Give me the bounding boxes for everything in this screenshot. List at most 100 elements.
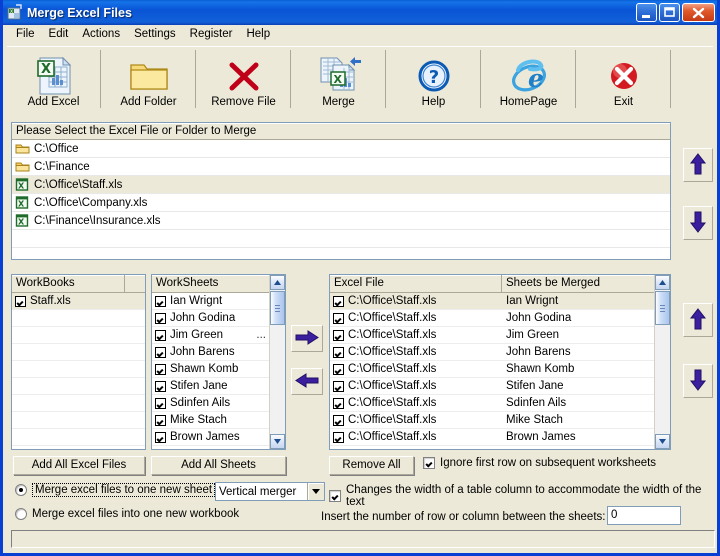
worksheet-row[interactable]: Mike Stach <box>152 412 270 429</box>
worksheet-checkbox[interactable] <box>155 380 166 392</box>
radio-merge-one-sheet-group[interactable]: Merge excel files to one new sheet <box>15 483 216 497</box>
table-row[interactable]: C:\Office\Staff.xls Jim Green <box>330 327 655 344</box>
merge-button[interactable]: X Merge <box>292 47 386 111</box>
ignore-first-row-checkbox-group[interactable]: Ignore first row on subsequent worksheet… <box>423 457 656 469</box>
file-list-row[interactable]: X C:\Finance\Insurance.xls <box>12 212 670 230</box>
worksheet-row[interactable]: Shawn Komb <box>152 361 270 378</box>
exit-button[interactable]: Exit <box>577 47 671 111</box>
worksheet-checkbox[interactable] <box>155 329 166 341</box>
worksheet-row[interactable]: Jim Green ... <box>152 327 270 344</box>
scroll-down-icon[interactable] <box>270 434 285 449</box>
radio-merge-one-workbook-group[interactable]: Merge excel files into one new workbook <box>15 508 239 520</box>
maximize-button[interactable] <box>659 3 680 22</box>
worksheet-row[interactable]: Ian Wrignt <box>152 293 270 310</box>
row-checkbox[interactable] <box>333 363 344 375</box>
scrollbar-thumb[interactable] <box>655 291 670 325</box>
row-checkbox[interactable] <box>333 397 344 409</box>
table-row[interactable]: C:\Office\Staff.xls Ian Wrignt <box>330 293 655 310</box>
table-row[interactable]: C:\Office\Staff.xls Mike Stach <box>330 412 655 429</box>
table-row[interactable]: C:\Office\Staff.xls John Godina <box>330 310 655 327</box>
title-bar: X Merge Excel Files <box>3 0 717 25</box>
table-row[interactable]: C:\Office\Staff.xls Brown James <box>330 429 655 446</box>
table-row[interactable]: C:\Office\Staff.xls John Barens <box>330 344 655 361</box>
worksheets-panel[interactable]: WorkSheets Ian Wrignt John Godina Jim Gr… <box>151 274 286 450</box>
row-checkbox[interactable] <box>333 295 344 307</box>
merge-sheets-icon: X <box>315 56 363 96</box>
row-checkbox[interactable] <box>333 312 344 324</box>
merged-grid-scrollbar[interactable] <box>654 275 670 449</box>
menu-item-settings[interactable]: Settings <box>127 27 183 41</box>
help-button[interactable]: ? Help <box>387 47 481 111</box>
worksheet-checkbox[interactable] <box>155 414 166 426</box>
file-list-row[interactable]: C:\Finance <box>12 158 670 176</box>
worksheet-row[interactable]: John Godina <box>152 310 270 327</box>
menu-item-actions[interactable]: Actions <box>75 27 127 41</box>
scroll-down-icon[interactable] <box>655 434 670 449</box>
radio-merge-one-workbook[interactable] <box>15 508 27 520</box>
worksheet-row[interactable]: Brown James <box>152 429 270 446</box>
add-all-excel-files-button[interactable]: Add All Excel Files <box>13 456 145 475</box>
minimize-button[interactable] <box>636 3 657 22</box>
add-excel-button[interactable]: X Add Excel <box>7 47 101 111</box>
workbooks-empty-row <box>12 361 145 378</box>
add-all-sheets-button[interactable]: Add All Sheets <box>151 456 286 475</box>
row-checkbox[interactable] <box>333 431 344 443</box>
remove-all-button[interactable]: Remove All <box>329 456 414 475</box>
sheet-move-up-button[interactable] <box>683 303 713 337</box>
merged-grid[interactable]: Excel File Sheets be Merged C:\Office\St… <box>329 274 671 450</box>
workbook-checkbox[interactable] <box>15 295 26 307</box>
worksheet-checkbox[interactable] <box>155 295 166 307</box>
close-button[interactable] <box>682 3 715 22</box>
worksheets-scrollbar[interactable] <box>269 275 285 449</box>
file-list-row[interactable]: X C:\Office\Company.xls <box>12 194 670 212</box>
file-move-down-button[interactable] <box>683 206 713 240</box>
row-checkbox[interactable] <box>333 329 344 341</box>
worksheet-row[interactable]: John Barens <box>152 344 270 361</box>
table-row[interactable]: C:\Office\Staff.xls Stifen Jane <box>330 378 655 395</box>
file-list[interactable]: Please Select the Excel File or Folder t… <box>11 122 671 260</box>
worksheet-checkbox[interactable] <box>155 312 166 324</box>
scrollbar-thumb[interactable] <box>270 291 285 325</box>
insert-rows-input[interactable]: 0 <box>607 506 681 525</box>
worksheet-row[interactable]: Stifen Jane <box>152 378 270 395</box>
chevron-down-icon[interactable] <box>307 483 324 500</box>
remove-sheets-button[interactable] <box>291 368 323 395</box>
radio-merge-one-sheet[interactable] <box>15 484 27 496</box>
add-excel-label: Add Excel <box>27 96 80 108</box>
row-checkbox[interactable] <box>333 380 344 392</box>
worksheet-row[interactable]: Sdinfen Ails <box>152 395 270 412</box>
workbooks-empty-row <box>12 327 145 344</box>
add-sheets-button[interactable] <box>291 325 323 352</box>
menu-item-file[interactable]: File <box>9 27 42 41</box>
ignore-first-row-checkbox[interactable] <box>423 457 435 469</box>
file-list-row[interactable]: X C:\Office\Staff.xls <box>12 176 670 194</box>
table-row[interactable]: C:\Office\Staff.xls Shawn Komb <box>330 361 655 378</box>
change-column-width-checkbox-group[interactable]: Changes the width of a table column to a… <box>329 484 717 508</box>
worksheet-checkbox[interactable] <box>155 431 166 443</box>
file-path: C:\Finance\Insurance.xls <box>34 214 161 227</box>
worksheet-checkbox[interactable] <box>155 397 166 409</box>
merger-direction-select[interactable]: Vertical merger <box>215 482 325 501</box>
menu-item-help[interactable]: Help <box>239 27 277 41</box>
menu-item-register[interactable]: Register <box>183 27 240 41</box>
column-header-sheets-merged[interactable]: Sheets be Merged <box>502 275 655 292</box>
row-checkbox[interactable] <box>333 346 344 358</box>
file-move-up-button[interactable] <box>683 148 713 182</box>
change-column-width-checkbox[interactable] <box>329 490 341 502</box>
scroll-up-icon[interactable] <box>655 275 670 290</box>
workbooks-row[interactable]: Staff.xls <box>12 293 145 310</box>
add-folder-button[interactable]: Add Folder <box>102 47 196 111</box>
menu-item-edit[interactable]: Edit <box>42 27 76 41</box>
column-header-excel-file[interactable]: Excel File <box>330 275 502 292</box>
scroll-up-icon[interactable] <box>270 275 285 290</box>
homepage-button[interactable]: e HomePage <box>482 47 576 111</box>
table-row[interactable]: C:\Office\Staff.xls Sdinfen Ails <box>330 395 655 412</box>
worksheet-checkbox[interactable] <box>155 346 166 358</box>
file-list-row[interactable]: C:\Office <box>12 140 670 158</box>
workbooks-panel[interactable]: WorkBooks Staff.xls <box>11 274 146 450</box>
worksheet-checkbox[interactable] <box>155 363 166 375</box>
row-checkbox[interactable] <box>333 414 344 426</box>
remove-file-button[interactable]: Remove File <box>197 47 291 111</box>
arrow-right-icon <box>294 329 320 348</box>
sheet-move-down-button[interactable] <box>683 364 713 398</box>
